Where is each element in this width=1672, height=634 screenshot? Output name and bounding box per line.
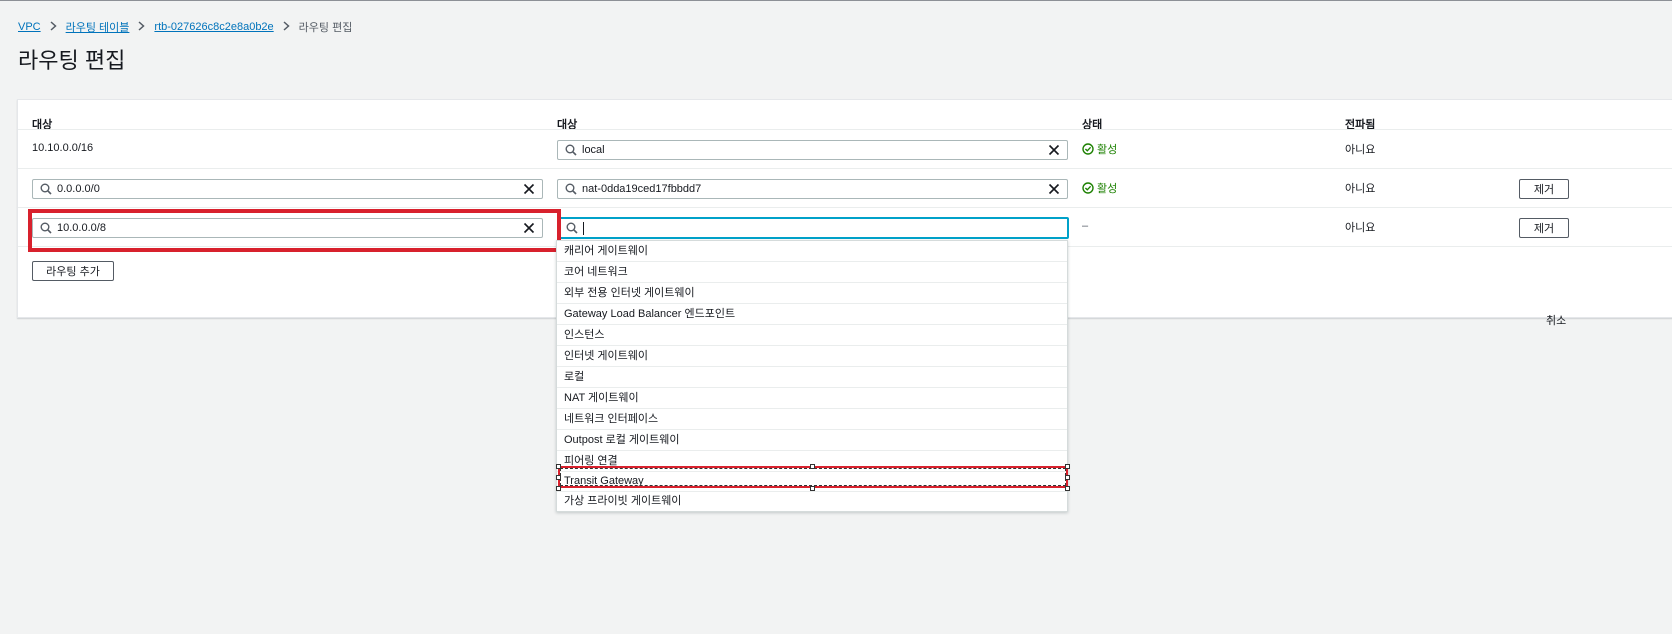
dropdown-option[interactable]: Outpost 로컬 게이트웨이 xyxy=(557,430,1067,451)
breadcrumb: VPC 라우팅 테이블 rtb-027626c8c2e8a0b2e 라우팅 편집 xyxy=(18,19,352,35)
dropdown-option[interactable]: 인스턴스 xyxy=(557,325,1067,346)
row1-target-value: local xyxy=(582,144,605,156)
row-divider xyxy=(18,207,1672,208)
selection-dashed-box xyxy=(560,468,1066,486)
clear-icon[interactable] xyxy=(1048,144,1060,156)
dropdown-option[interactable]: Gateway Load Balancer 엔드포인트 xyxy=(557,304,1067,325)
resize-handle xyxy=(556,475,561,480)
dropdown-option[interactable]: 외부 전용 인터넷 게이트웨이 xyxy=(557,283,1067,304)
dropdown-option[interactable]: NAT 게이트웨이 xyxy=(557,388,1067,409)
resize-handle xyxy=(556,464,561,469)
row2-target-input[interactable]: nat-0dda19ced17fbbdd7 xyxy=(557,179,1068,199)
dropdown-option[interactable]: 캐리어 게이트웨이 xyxy=(557,241,1067,262)
row1-status-text: 활성 xyxy=(1097,144,1118,156)
row2-target-value: nat-0dda19ced17fbbdd7 xyxy=(582,183,702,195)
search-icon xyxy=(40,183,52,195)
resize-handle xyxy=(1065,486,1070,491)
row3-propagated: 아니요 xyxy=(1345,222,1376,234)
row1-destination: 10.10.0.0/16 xyxy=(32,142,94,154)
chevron-right-icon xyxy=(50,20,57,34)
row1-target-input[interactable]: local xyxy=(557,140,1068,160)
breadcrumb-current: 라우팅 편집 xyxy=(298,22,353,34)
row2-propagated: 아니요 xyxy=(1345,183,1376,195)
highlight-destination-annotation xyxy=(28,209,561,252)
page-title: 라우팅 편집 xyxy=(18,48,126,73)
row2-remove-button[interactable]: 제거 xyxy=(1519,179,1569,199)
resize-handle xyxy=(556,486,561,491)
resize-handle xyxy=(810,464,815,469)
status-success-icon xyxy=(1082,182,1094,194)
status-success-icon xyxy=(1082,143,1094,155)
header-divider xyxy=(18,129,1672,130)
search-icon xyxy=(565,183,577,195)
row3-status: – xyxy=(1082,220,1089,232)
row2-status-text: 활성 xyxy=(1097,183,1118,195)
resize-handle xyxy=(810,486,815,491)
cancel-link[interactable]: 취소 xyxy=(1546,312,1566,328)
row3-remove-button[interactable]: 제거 xyxy=(1519,218,1569,238)
dropdown-option[interactable]: 네트워크 인터페이스 xyxy=(557,409,1067,430)
resize-handle xyxy=(1065,475,1070,480)
row1-status: 활성 xyxy=(1082,141,1117,157)
breadcrumb-rtb-link[interactable]: rtb-027626c8c2e8a0b2e xyxy=(154,21,273,33)
row2-status: 활성 xyxy=(1082,180,1117,196)
row1-propagated: 아니요 xyxy=(1345,144,1376,156)
resize-handle xyxy=(1065,464,1070,469)
text-caret xyxy=(583,222,584,235)
row3-target-input[interactable] xyxy=(557,217,1069,239)
search-icon xyxy=(566,222,578,234)
breadcrumb-route-tables-link[interactable]: 라우팅 테이블 xyxy=(66,19,130,35)
breadcrumb-vpc-link[interactable]: VPC xyxy=(18,21,41,33)
dropdown-option[interactable]: 로컬 xyxy=(557,367,1067,388)
row2-destination-input[interactable]: 0.0.0.0/0 xyxy=(32,179,543,199)
dropdown-option[interactable]: 인터넷 게이트웨이 xyxy=(557,346,1067,367)
row2-destination-value: 0.0.0.0/0 xyxy=(57,183,100,195)
chevron-right-icon xyxy=(283,20,290,34)
dropdown-option[interactable]: 가상 프라이빗 게이트웨이 xyxy=(557,491,1067,512)
add-route-button[interactable]: 라우팅 추가 xyxy=(32,261,114,281)
clear-icon[interactable] xyxy=(1048,183,1060,195)
chevron-right-icon xyxy=(138,20,146,34)
top-border xyxy=(0,0,1672,1)
search-icon xyxy=(565,144,577,156)
clear-icon[interactable] xyxy=(523,183,535,195)
dropdown-option[interactable]: 코어 네트워크 xyxy=(557,262,1067,283)
row-divider xyxy=(18,168,1672,169)
